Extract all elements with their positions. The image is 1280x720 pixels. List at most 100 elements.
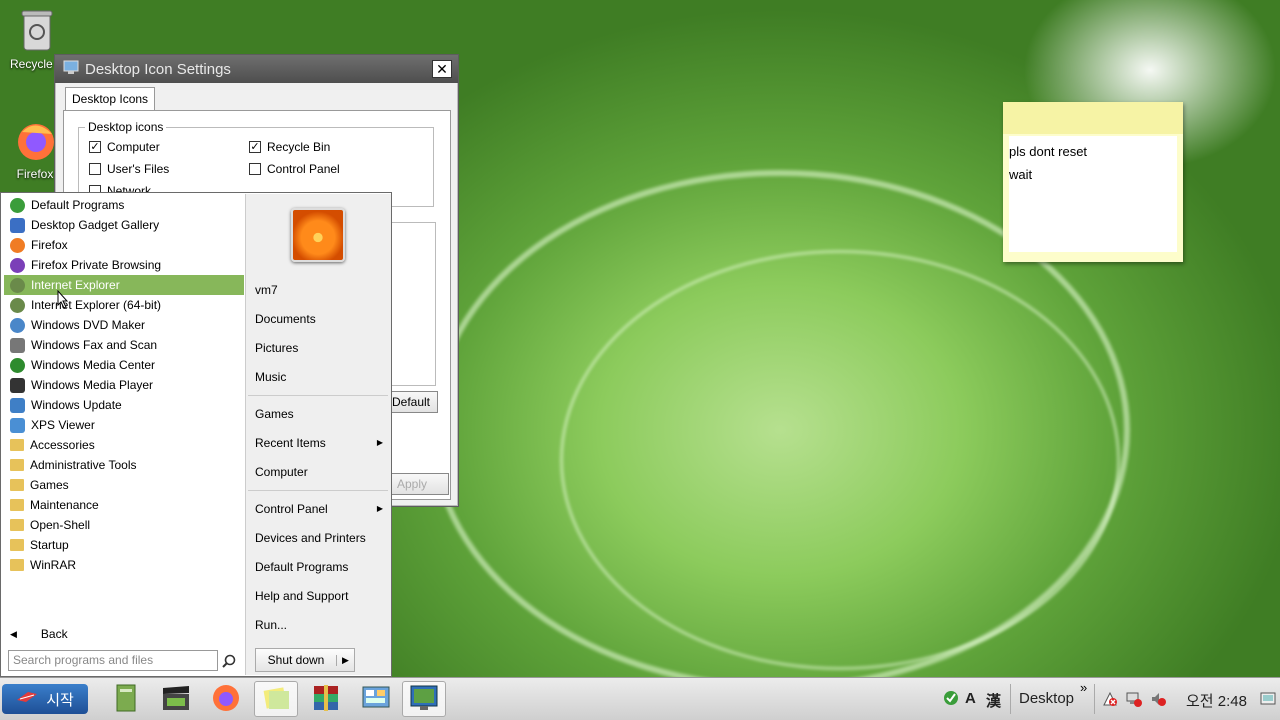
program-internet-explorer[interactable]: Internet Explorer [4,275,244,295]
program-windows-update[interactable]: Windows Update [4,395,244,415]
link-run[interactable]: Run... [255,618,287,632]
program-firefox[interactable]: Firefox [4,235,244,255]
checkbox-box[interactable] [89,163,101,175]
taskbar-notepad[interactable] [104,681,148,717]
link-label: Control Panel [255,502,328,516]
search-input[interactable]: Search programs and files [8,650,218,671]
program-desktop-gadget-gallery[interactable]: Desktop Gadget Gallery [4,215,244,235]
taskbar-desktop-icon-settings[interactable] [402,681,446,717]
program-label: Accessories [30,438,95,452]
ime-mode-indicator[interactable]: A [965,690,976,707]
link-pictures[interactable]: Pictures [255,341,298,355]
program-xps-viewer[interactable]: XPS Viewer [4,415,244,435]
checkbox-computer[interactable]: ✓ Computer [89,140,160,154]
program-label: Windows DVD Maker [31,318,146,332]
group-label: Desktop icons [85,120,167,134]
program-label: WinRAR [30,558,77,572]
program-label: Maintenance [30,498,99,512]
program-label: Administrative Tools [30,458,137,472]
folder-open-shell[interactable]: Open-Shell [4,515,244,535]
folder-games[interactable]: Games [4,475,244,495]
taskbar-sticky-notes[interactable] [254,681,298,717]
program-label: Windows Media Player [31,378,154,392]
checkbox-users-files[interactable]: User's Files [89,162,169,176]
winrar-icon [311,683,341,716]
media-center-icon [10,357,25,373]
program-internet-explorer-64[interactable]: Internet Explorer (64-bit) [4,295,244,315]
chevron-right-icon[interactable]: ▶ [336,654,354,666]
control-panel-icon [361,684,391,715]
link-user-folder[interactable]: vm7 [255,283,278,297]
link-computer[interactable]: Computer [255,465,308,479]
start-button[interactable]: 시작 [2,684,88,714]
separator [248,395,388,396]
tab-desktop-icons[interactable]: Desktop Icons [65,87,156,111]
back-button[interactable]: ◀ Back [10,627,68,641]
taskbar-winrar[interactable] [304,681,348,717]
checkbox-label: Computer [107,140,160,154]
user-avatar[interactable] [291,208,345,262]
action-center-icon[interactable] [1102,691,1118,710]
sticky-note-line: wait [1009,167,1033,182]
checkbox-control-panel[interactable]: Control Panel [249,162,340,176]
sticky-note-header[interactable] [1003,102,1183,134]
program-label: XPS Viewer [31,418,95,432]
folder-accessories[interactable]: Accessories [4,435,244,455]
xps-viewer-icon [10,417,25,433]
ime-hanja-indicator[interactable]: 漢 [986,690,1001,711]
toolbar-overflow-icon[interactable]: » [1080,680,1087,695]
language-bar-icon[interactable] [942,689,960,710]
back-label: Back [40,627,68,641]
default-button[interactable]: Default [384,391,438,413]
volume-muted-icon[interactable] [1150,691,1166,710]
windows-update-icon [10,397,25,413]
link-documents[interactable]: Documents [255,312,316,326]
dialog-titlebar[interactable]: Desktop Icon Settings [55,55,458,83]
show-desktop-icon[interactable] [1260,691,1276,710]
folder-startup[interactable]: Startup [4,535,244,555]
checkbox-recycle-bin[interactable]: ✓ Recycle Bin [249,140,330,154]
separator [248,490,388,491]
taskbar-firefox[interactable] [204,681,248,717]
firefox-private-icon [10,257,25,273]
taskbar-movie-maker[interactable] [154,681,198,717]
folder-icon [10,519,24,531]
desktop-toolbar-label[interactable]: Desktop [1019,690,1074,707]
link-recent-items[interactable]: Recent Items ▶ [255,436,383,450]
program-firefox-private[interactable]: Firefox Private Browsing [4,255,244,275]
program-label: Windows Fax and Scan [31,338,158,352]
program-label: Firefox [31,238,68,252]
sticky-note-body[interactable]: pls dont reset wait [1009,136,1177,252]
search-icon[interactable] [222,654,236,671]
link-devices-printers[interactable]: Devices and Printers [255,531,366,545]
start-menu-right-pane: vm7 Documents Pictures Music Games Recen… [245,194,391,675]
program-dvd-maker[interactable]: Windows DVD Maker [4,315,244,335]
network-icon[interactable] [1126,691,1142,710]
folder-winrar[interactable]: WinRAR [4,555,244,575]
notepad-icon [113,683,139,716]
close-button[interactable]: ✕ [432,60,452,78]
link-games[interactable]: Games [255,407,294,421]
program-default-programs[interactable]: Default Programs [4,195,244,215]
clock[interactable]: 오전 2:48 [1186,690,1247,711]
folder-maintenance[interactable]: Maintenance [4,495,244,515]
link-default-programs[interactable]: Default Programs [255,560,348,574]
mouse-cursor-icon [57,289,69,313]
program-media-player[interactable]: Windows Media Player [4,375,244,395]
shutdown-button[interactable]: Shut down ▶ [255,648,355,672]
internet-explorer-icon [10,297,25,313]
taskbar-control-panel[interactable] [354,681,398,717]
folder-administrative-tools[interactable]: Administrative Tools [4,455,244,475]
firefox-icon [10,237,25,253]
link-music[interactable]: Music [255,370,286,384]
program-fax-scan[interactable]: Windows Fax and Scan [4,335,244,355]
program-label: Windows Media Center [31,358,156,372]
checkbox-box[interactable]: ✓ [89,141,101,153]
checkbox-box[interactable] [249,163,261,175]
checkbox-box[interactable]: ✓ [249,141,261,153]
link-control-panel[interactable]: Control Panel ▶ [255,502,383,516]
program-label: Default Programs [31,198,125,212]
program-media-center[interactable]: Windows Media Center [4,355,244,375]
sticky-note[interactable]: pls dont reset wait [1003,102,1183,262]
link-help-support[interactable]: Help and Support [255,589,348,603]
